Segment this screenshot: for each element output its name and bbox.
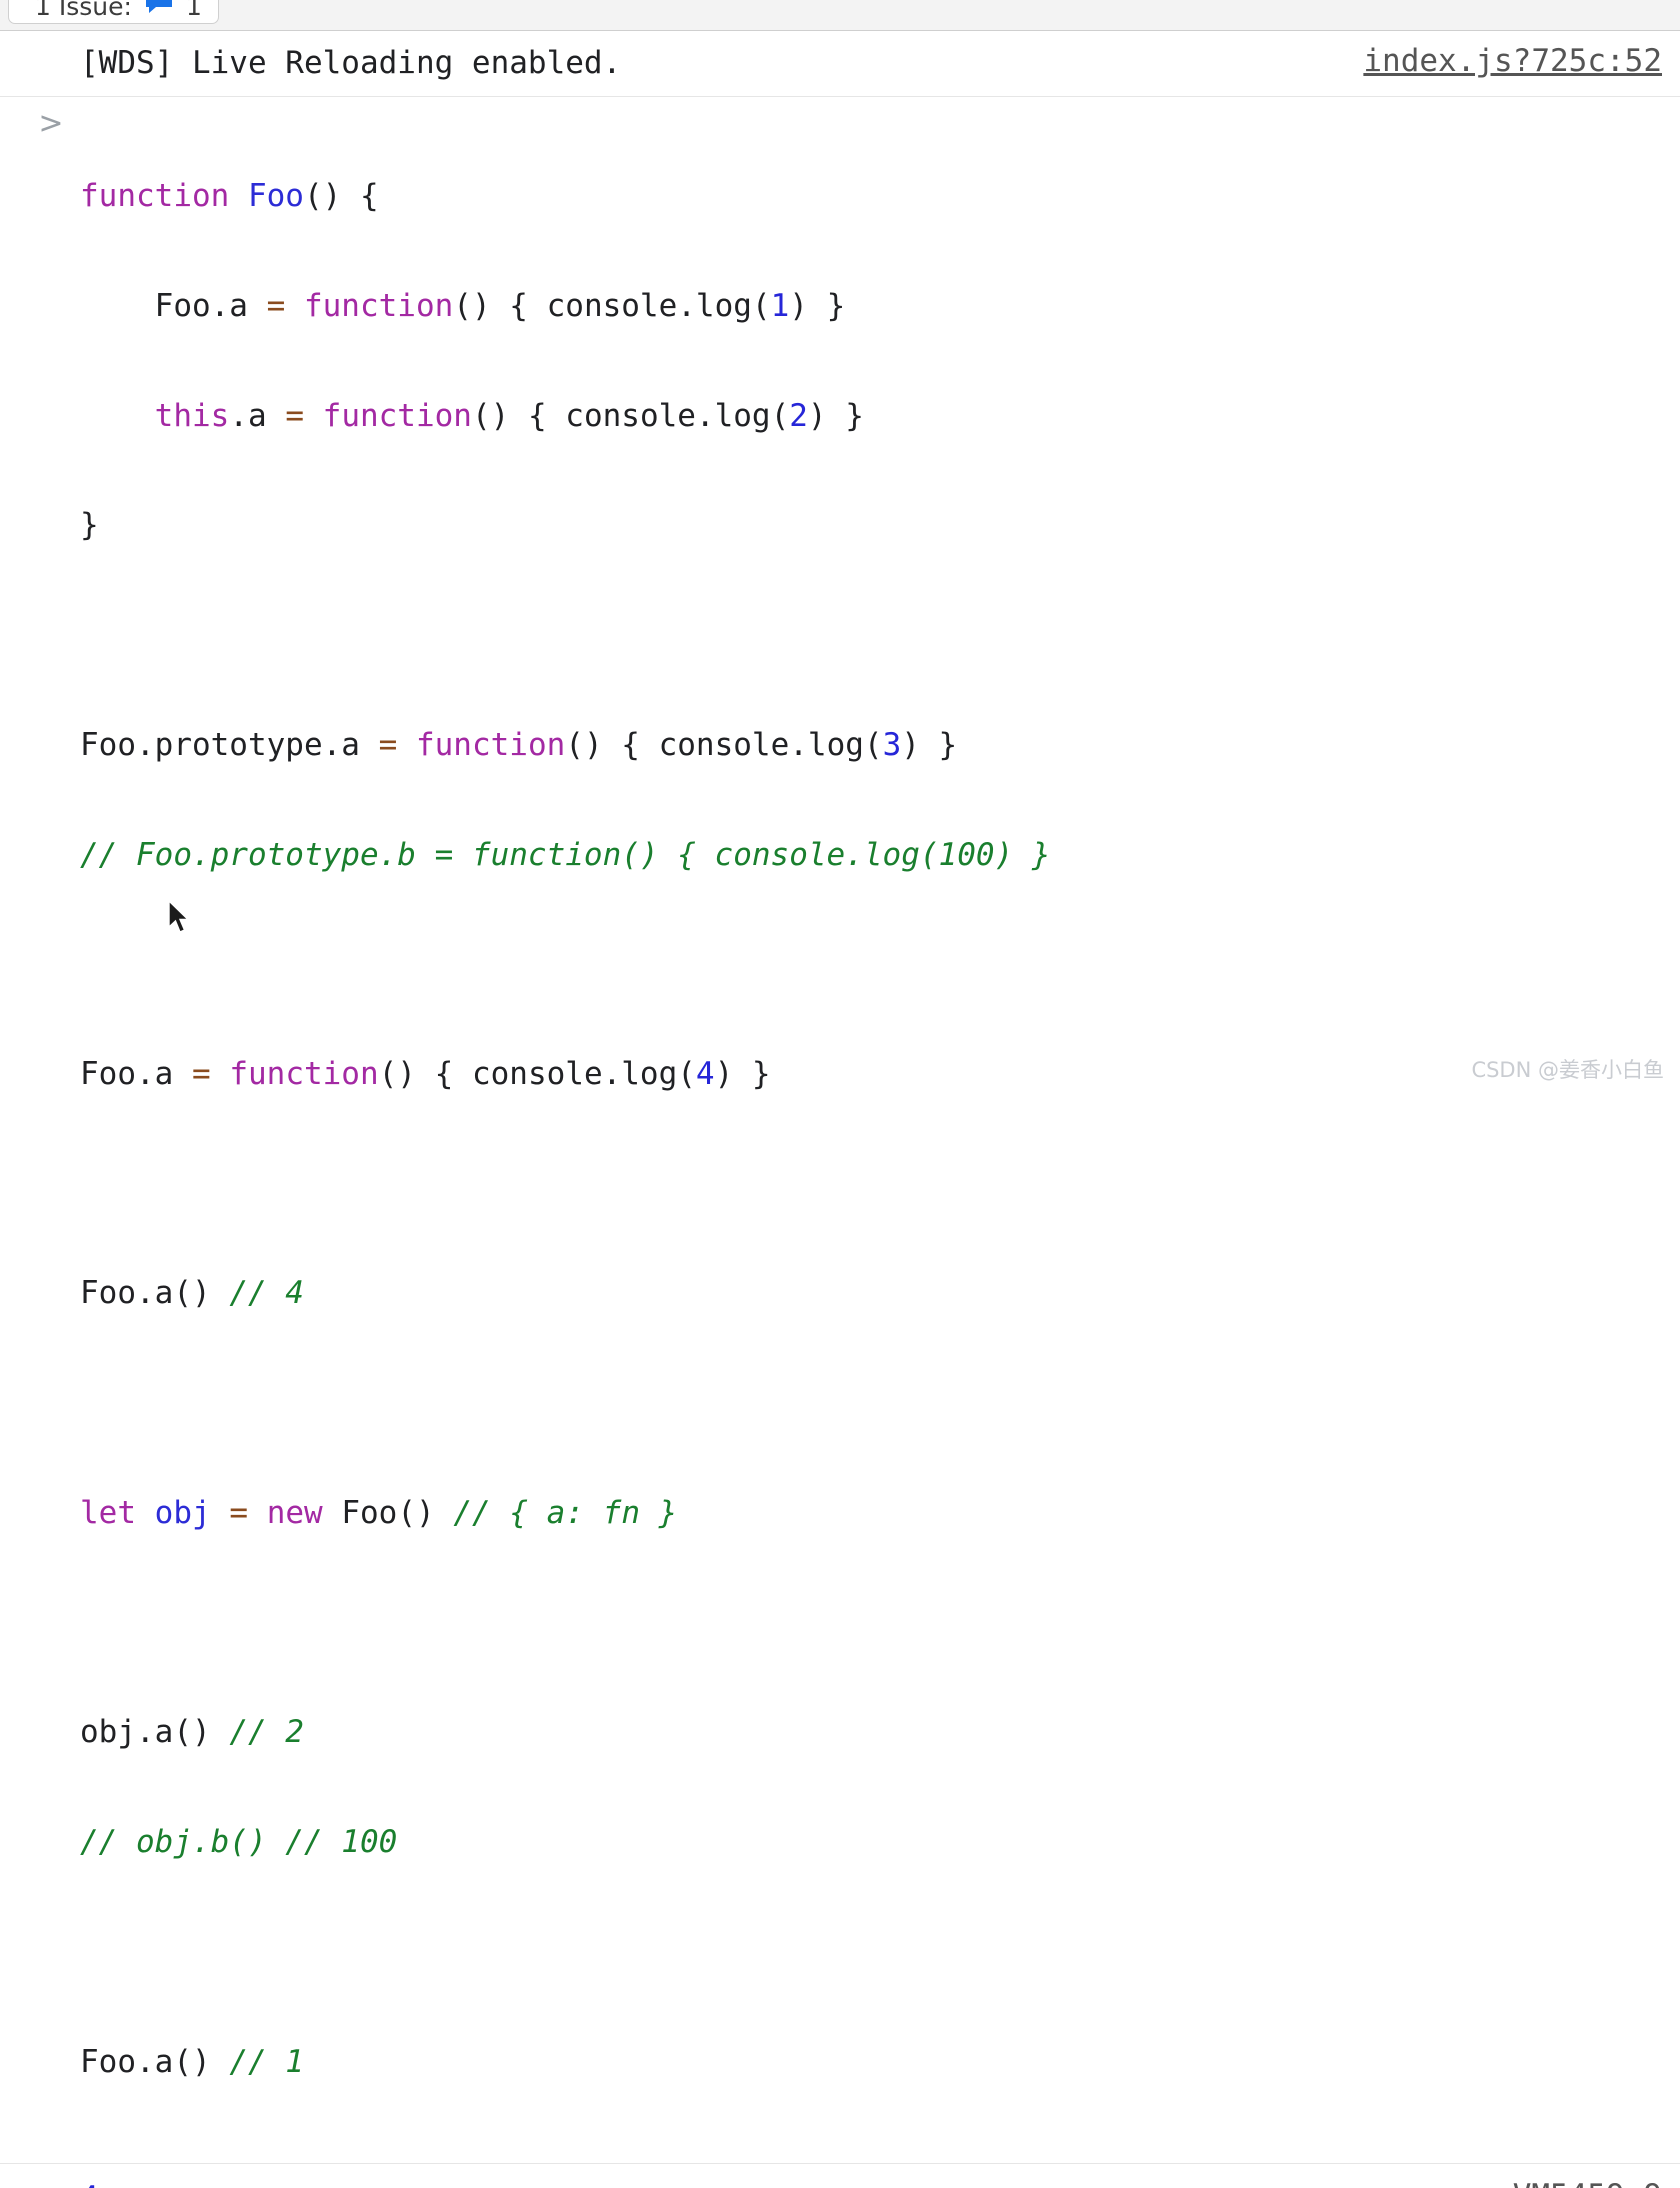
console-output-row: 4 VM5459:9 (0, 2164, 1680, 2188)
issues-bar: 1 Issue: 1 (0, 0, 1680, 31)
code-line: // Foo.prototype.b = function() { consol… (80, 837, 1662, 874)
output-source-link[interactable]: VM5459:9 (1513, 2176, 1662, 2188)
code-line: Foo.a = function() { console.log(1) } (80, 288, 1662, 325)
output-value: 4 (80, 2180, 99, 2188)
code-line: function Foo() { (80, 178, 1662, 215)
chevron-right-icon: > (38, 109, 63, 139)
message-text: [WDS] Live Reloading enabled. (80, 45, 621, 81)
input-code-block[interactable]: function Foo() { Foo.a = function() { co… (80, 105, 1662, 2153)
message-row-gutter (22, 41, 80, 45)
code-line-blank (80, 1934, 1662, 1971)
issues-label: 1 Issue: (35, 0, 132, 19)
code-line-blank (80, 946, 1662, 983)
code-line: Foo.a() // 1 (80, 2044, 1662, 2081)
console-input-row[interactable]: > function Foo() { Foo.a = function() { … (0, 97, 1680, 2164)
code-line: Foo.a = function() { console.log(4) } (80, 1056, 1662, 1093)
code-line: // obj.b() // 100 (80, 1824, 1662, 1861)
code-line: this.a = function() { console.log(2) } (80, 398, 1662, 435)
code-line-blank (80, 1605, 1662, 1642)
console-panel: [WDS] Live Reloading enabled. index.js?7… (0, 31, 1680, 2188)
message-bubble-icon (144, 0, 174, 19)
code-line: obj.a() // 2 (80, 1714, 1662, 1751)
code-line: Foo.prototype.a = function() { console.l… (80, 727, 1662, 764)
code-line: Foo.a() // 4 (80, 1275, 1662, 1312)
issues-count: 1 (186, 0, 202, 19)
console-message-row: [WDS] Live Reloading enabled. index.js?7… (0, 31, 1680, 97)
code-line-blank (80, 1166, 1662, 1203)
output-row-gutter (22, 2176, 80, 2180)
input-row-gutter: > (22, 105, 80, 139)
message-source-link[interactable]: index.js?725c:52 (1363, 41, 1662, 79)
code-line: let obj = new Foo() // { a: fn } (80, 1495, 1662, 1532)
code-line-blank (80, 1385, 1662, 1422)
code-line: } (80, 507, 1662, 544)
output-row-content: 4 (80, 2176, 1513, 2188)
watermark: CSDN @姜香小白鱼 (1471, 1054, 1664, 1084)
message-row-content: [WDS] Live Reloading enabled. (80, 41, 1363, 86)
code-line-blank (80, 617, 1662, 654)
issues-badge-button[interactable]: 1 Issue: 1 (8, 0, 219, 24)
